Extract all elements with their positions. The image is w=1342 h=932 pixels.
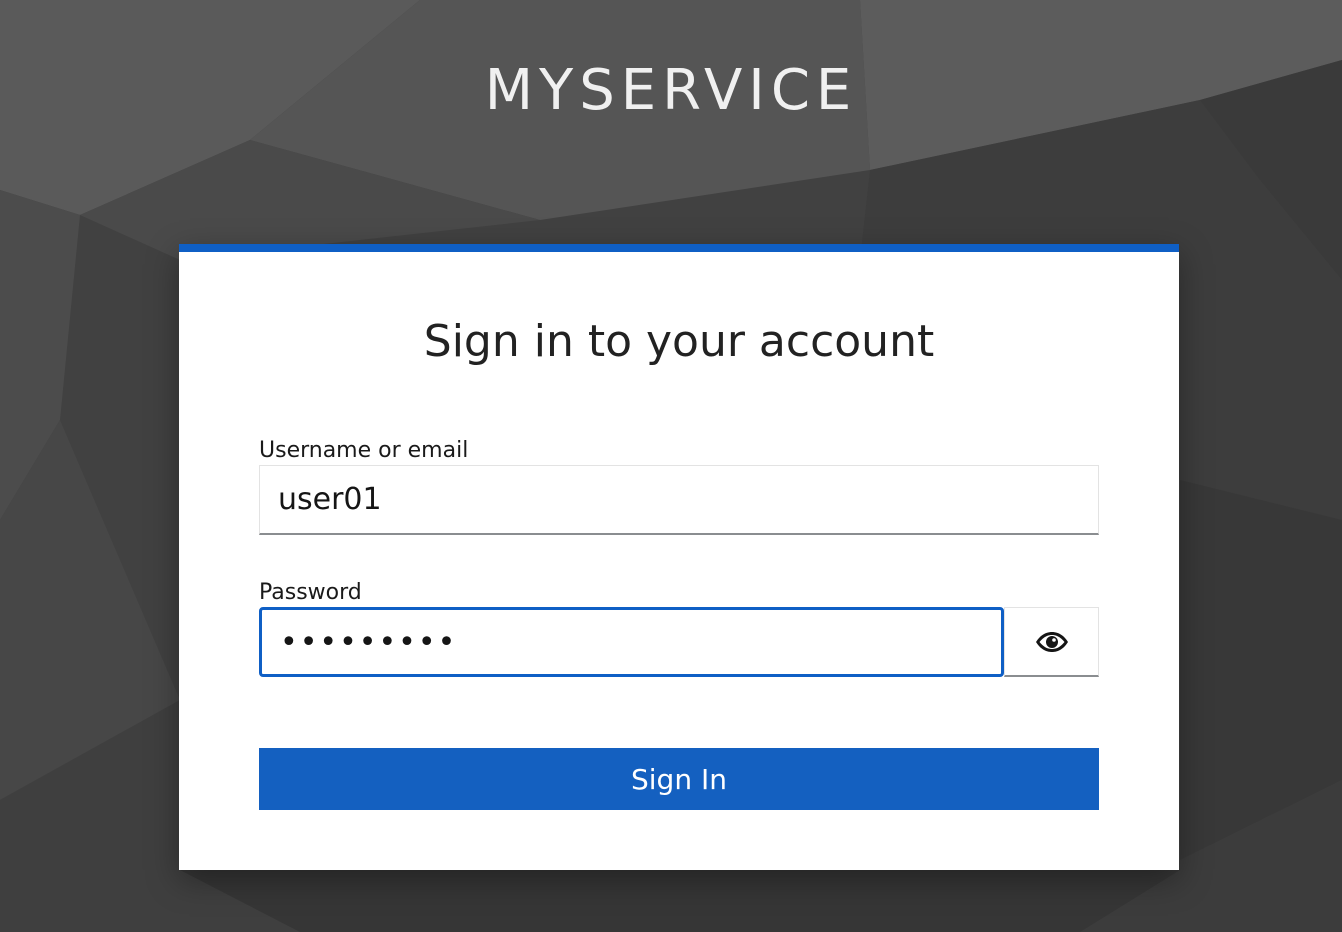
eye-icon	[1035, 631, 1068, 652]
sign-in-button[interactable]: Sign In	[259, 748, 1099, 810]
password-label: Password	[259, 580, 362, 605]
password-input[interactable]	[259, 607, 1004, 677]
brand-title: MYSERVICE	[484, 58, 858, 123]
username-input[interactable]	[259, 465, 1099, 535]
page-title: Sign in to your account	[423, 316, 935, 367]
username-label: Username or email	[259, 438, 469, 463]
show-password-button[interactable]	[1004, 607, 1099, 677]
login-card: Sign in to your account Username or emai…	[179, 244, 1179, 870]
